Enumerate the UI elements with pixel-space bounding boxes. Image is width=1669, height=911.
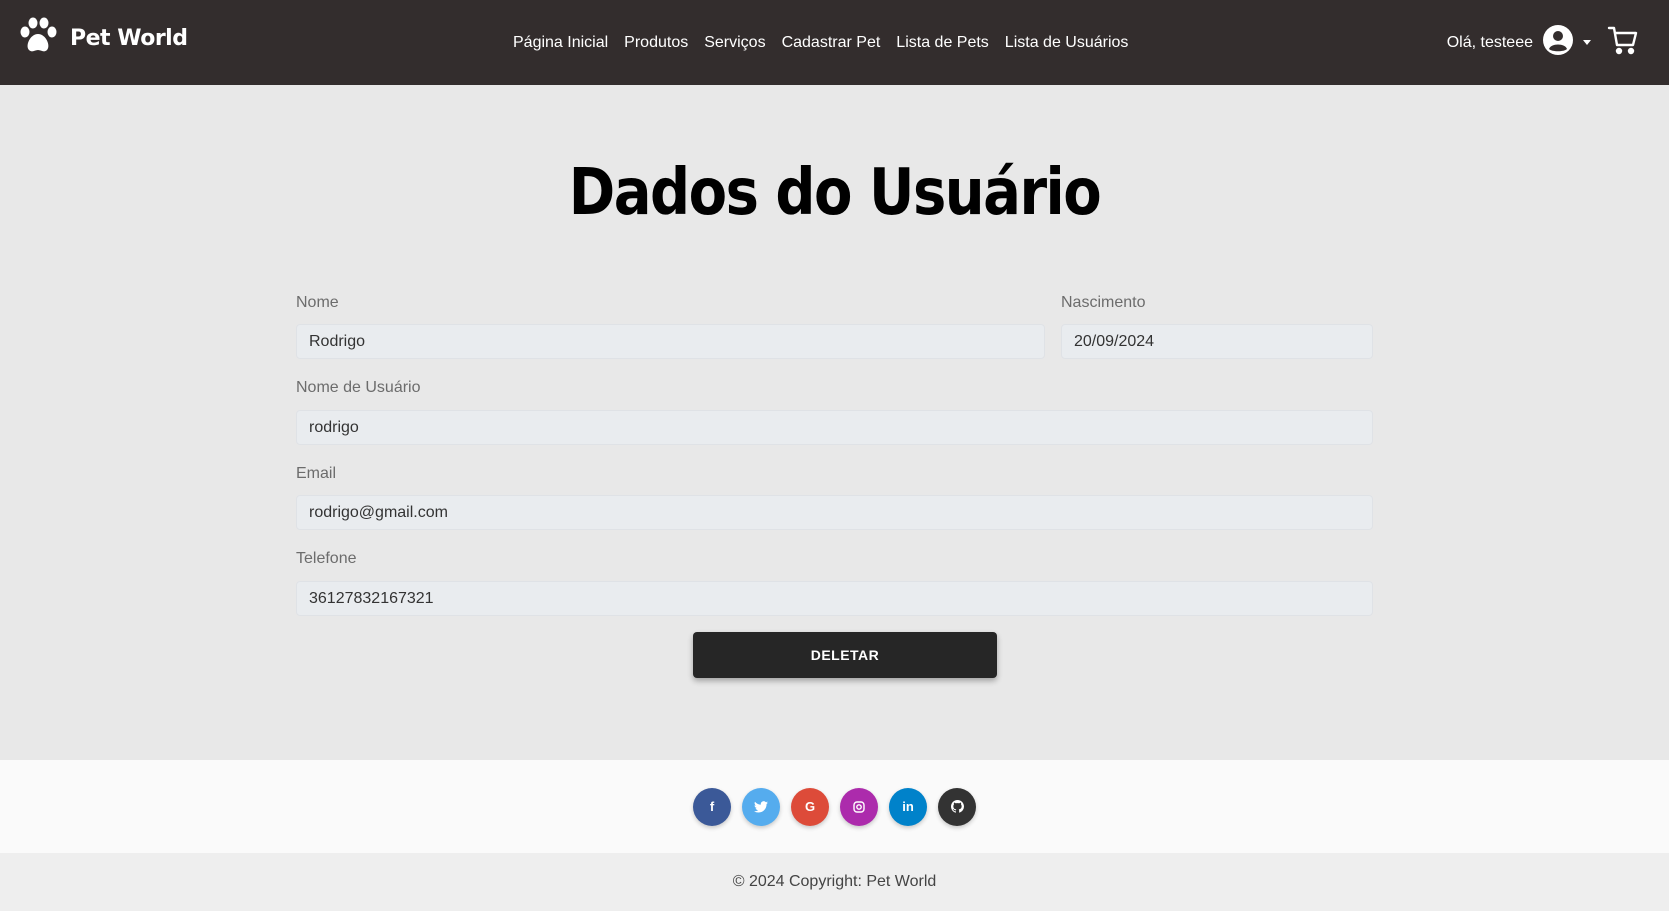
brand-link[interactable]: Pet World [16,14,188,63]
page-title: Dados do Usuário [568,155,1102,230]
nav-link-cadastrar-pet[interactable]: Cadastrar Pet [774,34,889,52]
navbar: Pet World Página Inicial Produtos Serviç… [0,0,1669,85]
nav-link-produtos[interactable]: Produtos [616,34,696,52]
nascimento-label: Nascimento [1061,294,1146,311]
chevron-down-icon[interactable] [1583,40,1591,45]
user-area: Olá, testeee [1447,0,1639,85]
cart-icon[interactable] [1607,24,1639,61]
twitter-icon[interactable] [742,787,780,826]
nome-label: Nome [296,294,339,311]
copyright-text: © 2024 Copyright: Pet World [0,853,1669,911]
nav-link-lista-pets[interactable]: Lista de Pets [888,34,997,52]
linkedin-icon[interactable]: in [889,787,927,826]
telefone-field[interactable] [296,581,1373,616]
nav-link-home[interactable]: Página Inicial [505,34,616,52]
brand-name: Pet World [70,26,188,51]
nascimento-field[interactable] [1061,324,1373,359]
nav-link-lista-usuarios[interactable]: Lista de Usuários [997,34,1137,52]
email-field[interactable] [296,495,1373,530]
nav-links: Página Inicial Produtos Serviços Cadastr… [505,0,1136,85]
user-circle-icon[interactable] [1543,25,1573,60]
nome-field[interactable] [296,324,1045,359]
email-label: Email [296,465,337,482]
paw-icon [16,14,60,63]
facebook-icon[interactable]: f [693,787,731,826]
username-field[interactable] [296,410,1373,445]
instagram-icon[interactable] [840,787,878,826]
nav-link-servicos[interactable]: Serviços [696,34,773,52]
google-icon[interactable]: G [791,787,829,826]
username-label: Nome de Usuário [296,379,421,396]
telefone-label: Telefone [296,550,357,567]
delete-button[interactable]: DELETAR [693,632,997,678]
footer-social: f G in [0,760,1669,853]
github-icon[interactable] [938,787,976,826]
user-greeting: Olá, testeee [1446,33,1533,51]
